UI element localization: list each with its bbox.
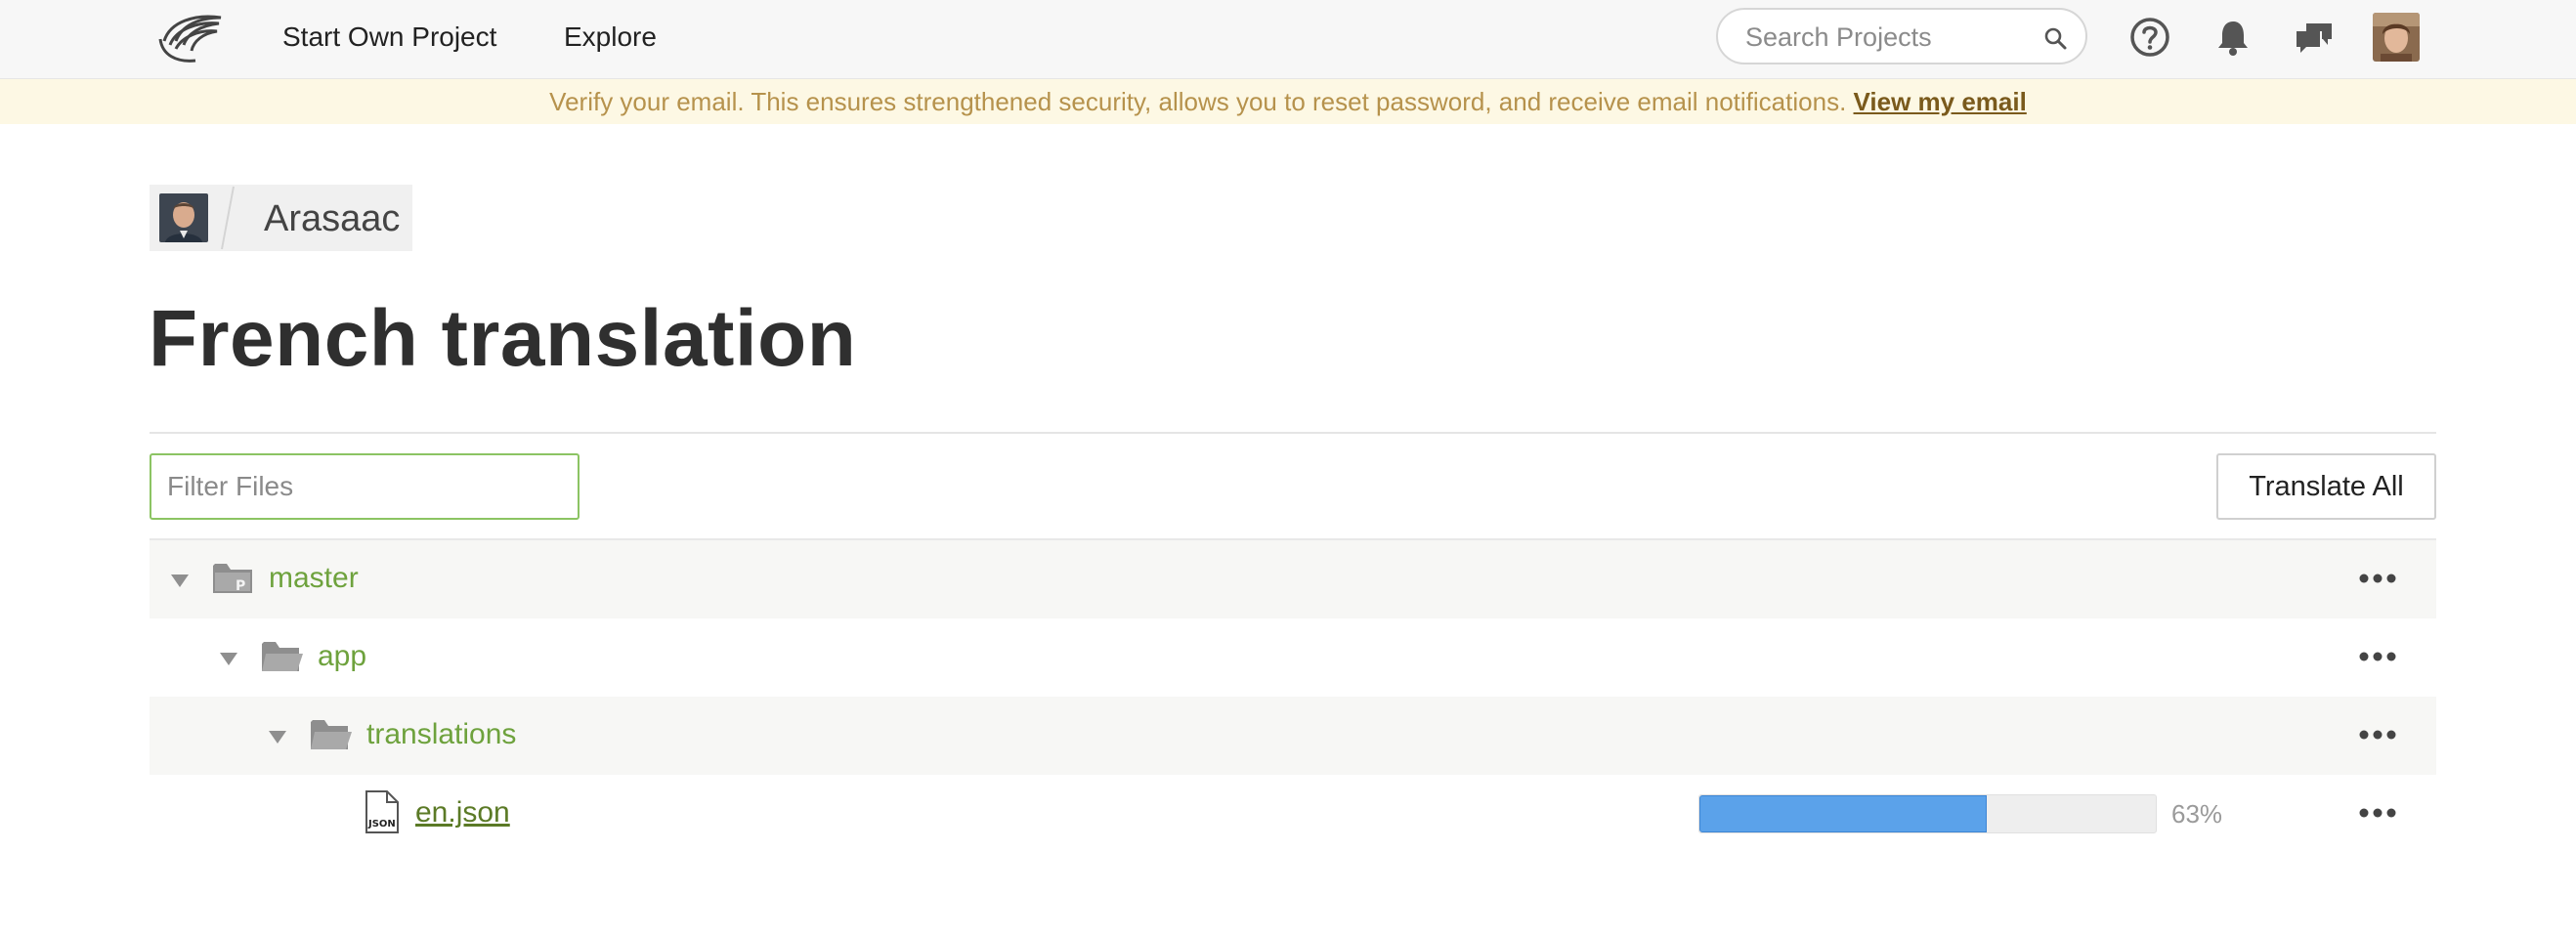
branch-folder-icon: P xyxy=(213,564,252,594)
more-options-icon[interactable] xyxy=(2356,566,2399,591)
crowdin-logo[interactable] xyxy=(156,12,225,64)
divider xyxy=(150,432,2436,434)
breadcrumb: Arasaac xyxy=(150,185,412,251)
more-options-icon[interactable] xyxy=(2356,800,2399,826)
search-projects-input[interactable] xyxy=(1743,20,2040,55)
breadcrumb-separator xyxy=(221,186,235,250)
progress-percent: 63% xyxy=(2171,799,2223,829)
start-own-project-link[interactable]: Start Own Project xyxy=(282,21,496,53)
top-navigation-bar: Start Own Project Explore xyxy=(0,0,2576,79)
help-icon[interactable] xyxy=(2128,16,2171,59)
tree-row-file[interactable]: JSON en.json 63% xyxy=(150,775,2436,853)
chat-icon[interactable] xyxy=(2293,16,2336,59)
caret-down-icon[interactable] xyxy=(219,651,238,666)
tree-row-master[interactable]: P master xyxy=(150,540,2436,618)
verify-email-notice: Verify your email. This ensures strength… xyxy=(0,79,2576,124)
translation-progress-bar xyxy=(1698,794,2157,833)
folder-name[interactable]: translations xyxy=(366,718,516,751)
folder-name[interactable]: app xyxy=(318,640,366,673)
search-icon[interactable] xyxy=(2042,25,2068,51)
file-name[interactable]: en.json xyxy=(415,796,510,829)
json-file-icon: JSON xyxy=(365,790,399,833)
bell-icon[interactable] xyxy=(2211,16,2254,59)
svg-text:JSON: JSON xyxy=(367,819,396,830)
tree-row-app[interactable]: app xyxy=(150,618,2436,697)
filter-files-input[interactable] xyxy=(150,453,580,520)
owner-avatar[interactable] xyxy=(159,193,208,242)
caret-down-icon[interactable] xyxy=(268,729,287,745)
progress-fill xyxy=(1699,795,1988,832)
tree-row-translations[interactable]: translations xyxy=(150,697,2436,775)
folder-open-icon xyxy=(262,642,303,671)
notice-text: Verify your email. This ensures strength… xyxy=(549,87,1854,116)
user-avatar[interactable] xyxy=(2373,13,2420,62)
caret-down-icon[interactable] xyxy=(170,573,190,588)
branch-name[interactable]: master xyxy=(269,562,359,595)
svg-text:P: P xyxy=(236,578,245,594)
more-options-icon[interactable] xyxy=(2356,722,2399,747)
explore-link[interactable]: Explore xyxy=(564,21,657,53)
breadcrumb-project-link[interactable]: Arasaac xyxy=(264,198,400,240)
translate-all-button[interactable]: Translate All xyxy=(2216,453,2436,520)
search-box[interactable] xyxy=(1716,8,2087,64)
view-my-email-link[interactable]: View my email xyxy=(1854,87,2027,116)
more-options-icon[interactable] xyxy=(2356,644,2399,669)
page-title: French translation xyxy=(149,294,857,383)
file-name-link[interactable]: en.json xyxy=(415,796,510,830)
folder-open-icon xyxy=(311,720,352,749)
